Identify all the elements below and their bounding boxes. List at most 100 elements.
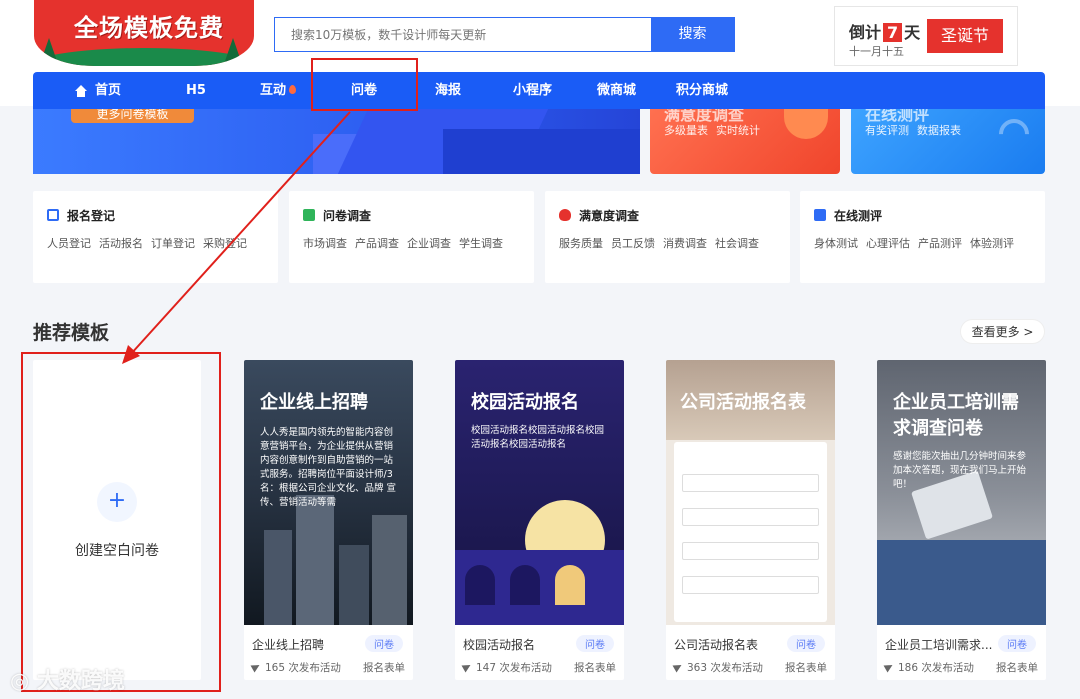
template-name: 公司活动报名表	[674, 638, 759, 652]
template-card[interactable]: 企业员工培训需求调查问卷 感谢您能次抽出几分钟时间来参加本次答题，现在我们马上开…	[877, 360, 1046, 680]
template-thumb-desc: 校园活动报名校园活动报名校园活动报名校园活动报名	[471, 425, 605, 450]
satisfaction-banner[interactable]: 满意度调查 多级量表 实时统计	[650, 109, 840, 174]
create-blank-survey-card[interactable]: + 创建空白问卷	[33, 360, 201, 680]
section-title: 推荐模板	[33, 322, 110, 344]
see-more-button[interactable]: 查看更多 >	[960, 319, 1045, 344]
category-link[interactable]: 采购登记	[203, 237, 247, 250]
watermark-logo-icon: ◎	[10, 669, 37, 694]
main-banner[interactable]: 更多问卷模板	[33, 109, 640, 174]
category-links: 市场调查 产品调查 企业调查 学生调查	[303, 235, 511, 251]
template-thumb-title: 企业线上招聘	[260, 392, 368, 413]
nav-item-points-mall[interactable]: 积分商城	[676, 72, 728, 109]
nav-item-label: 互动	[260, 83, 287, 98]
category-link[interactable]: 人员登记	[47, 237, 91, 250]
category-link[interactable]: 身体测试	[814, 237, 858, 250]
category-link[interactable]: 活动报名	[99, 237, 143, 250]
countdown-unit: 天	[904, 23, 921, 42]
template-name: 校园活动报名	[463, 638, 536, 652]
form-field-preview	[682, 542, 819, 560]
check-icon	[303, 209, 315, 221]
christmas-button[interactable]: 圣诞节	[927, 19, 1003, 53]
banner-tag: 实时统计	[716, 124, 760, 137]
template-thumbnail: 企业员工培训需求调查问卷 感谢您能次抽出几分钟时间来参加本次答题，现在我们马上开…	[877, 360, 1046, 625]
window-graphic	[465, 565, 495, 605]
template-card[interactable]: 校园活动报名 校园活动报名校园活动报名校园活动报名校园活动报名 校园活动报名 问…	[455, 360, 624, 680]
template-type: 报名表单	[574, 662, 616, 674]
online-test-banner-tags: 有奖评测 数据报表	[865, 122, 969, 138]
building-graphic	[296, 495, 334, 625]
banner-tag: 有奖评测	[865, 124, 909, 137]
category-link[interactable]: 心理评估	[866, 237, 910, 250]
category-card-registration: 报名登记 人员登记 活动报名 订单登记 采购登记	[33, 191, 278, 283]
template-tag: 问卷	[576, 635, 614, 652]
category-link[interactable]: 订单登记	[151, 237, 195, 250]
template-card[interactable]: 公司活动报名表 公司活动报名表 问卷 363 次发布活动 报名表单	[666, 360, 835, 680]
category-links: 身体测试 心理评估 产品测评 体验测评	[814, 235, 1022, 251]
send-icon	[250, 661, 262, 673]
search-bar: 搜索	[274, 17, 735, 52]
nav-item-h5[interactable]: H5	[186, 72, 206, 109]
main-nav: 首页 H5 互动 问卷 海报 小程序 微商城 积分商城	[33, 72, 1045, 109]
category-link[interactable]: 产品测评	[918, 237, 962, 250]
create-blank-survey-label: 创建空白问卷	[75, 543, 159, 559]
search-button[interactable]: 搜索	[651, 17, 734, 52]
banner-tag: 多级量表	[664, 124, 708, 137]
template-name: 企业员工培训需求...	[885, 638, 993, 652]
search-input[interactable]	[275, 18, 653, 51]
category-link[interactable]: 服务质量	[559, 237, 603, 250]
window-graphic	[510, 565, 540, 605]
template-usage: 165 次发布活动	[250, 660, 341, 675]
nav-item-miniprogram[interactable]: 小程序	[513, 72, 552, 109]
tree-icon	[224, 38, 242, 64]
category-link[interactable]: 社会调查	[715, 237, 759, 250]
watermark-text: 大数跨境	[36, 669, 125, 694]
banner-tag: 数据报表	[917, 124, 961, 137]
countdown-prefix: 倒计	[849, 23, 882, 42]
template-tag: 问卷	[365, 635, 403, 652]
category-link[interactable]: 市场调查	[303, 237, 347, 250]
template-thumbnail: 企业线上招聘 人人秀是国内领先的智能内容创意营销平台，为企业提供从营销内容创意制…	[244, 360, 413, 625]
online-test-banner[interactable]: 在线测评 有奖评测 数据报表	[851, 109, 1045, 174]
home-icon	[75, 85, 87, 97]
nav-item-home[interactable]: 首页	[75, 72, 121, 109]
promo-logo[interactable]: 全场模板免费	[34, 0, 254, 66]
more-survey-templates-button[interactable]: 更多问卷模板	[71, 109, 194, 123]
template-thumb-desc: 人人秀是国内领先的智能内容创意营销平台，为企业提供从营销内容创意制作到自助营销的…	[260, 427, 397, 508]
nav-item-survey[interactable]: 问卷	[351, 72, 377, 109]
watermark: ◎ 大数跨境	[10, 663, 125, 695]
nav-item-interactive[interactable]: 互动	[260, 72, 297, 109]
category-link[interactable]: 消费调查	[663, 237, 707, 250]
template-usage: 147 次发布活动	[461, 660, 552, 675]
nav-item-poster[interactable]: 海报	[435, 72, 461, 109]
template-usage: 363 次发布活动	[672, 660, 763, 675]
nav-item-microshop[interactable]: 微商城	[597, 72, 636, 109]
category-link[interactable]: 企业调查	[407, 237, 451, 250]
category-title[interactable]: 问卷调查	[303, 207, 371, 224]
send-icon	[461, 661, 473, 673]
category-card-satisfaction: 满意度调查 服务质量 员工反馈 消费调查 社会调查	[545, 191, 790, 283]
form-field-preview	[682, 474, 819, 492]
category-link[interactable]: 学生调查	[459, 237, 503, 250]
category-link[interactable]: 体验测评	[970, 237, 1014, 250]
template-type: 报名表单	[785, 662, 827, 674]
nav-item-label: 首页	[95, 83, 122, 98]
countdown-days: 7	[883, 23, 903, 42]
template-usage-count: 186 次发布活动	[898, 662, 974, 674]
template-card[interactable]: 企业线上招聘 人人秀是国内领先的智能内容创意营销平台，为企业提供从营销内容创意制…	[244, 360, 413, 680]
template-type: 报名表单	[363, 662, 405, 674]
category-title-text: 满意度调查	[579, 209, 640, 223]
form-field-preview	[682, 576, 819, 594]
category-title[interactable]: 在线测评	[814, 207, 882, 224]
pulse-icon	[814, 209, 826, 221]
category-link[interactable]: 员工反馈	[611, 237, 655, 250]
template-name: 企业线上招聘	[252, 638, 325, 652]
send-icon	[672, 661, 684, 673]
plus-icon: +	[97, 482, 137, 522]
category-title[interactable]: 报名登记	[47, 207, 115, 224]
template-thumb-title: 校园活动报名	[471, 392, 579, 413]
template-tag: 问卷	[787, 635, 825, 652]
template-usage-count: 165 次发布活动	[265, 662, 341, 674]
category-links: 人员登记 活动报名 订单登记 采购登记	[47, 235, 255, 251]
category-title[interactable]: 满意度调查	[559, 207, 639, 224]
category-link[interactable]: 产品调查	[355, 237, 399, 250]
